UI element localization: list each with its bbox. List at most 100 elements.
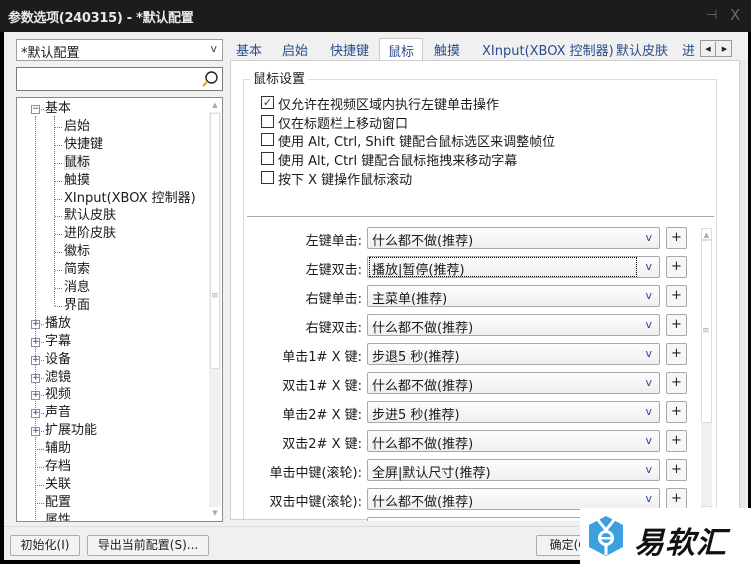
expand-icon[interactable]: + [31,355,40,365]
tree-item[interactable]: XInput(XBOX 控制器) [64,190,196,208]
checkbox-unchecked-icon[interactable] [261,114,274,128]
scroll-up-icon[interactable]: ▲ [701,228,712,240]
mouse-action-row: 单击2# X 键: 步进5 秒(推荐) v + [249,401,689,423]
action-dropdown-value: 什么都不做(推荐) [372,437,474,452]
tree-item[interactable]: 关联 [45,476,71,494]
expand-icon[interactable]: + [31,427,40,437]
pin-icon[interactable]: ⊣ [706,8,717,23]
tree-item[interactable]: 徽标 [64,243,90,261]
tree-item[interactable]: 辅助 [45,440,71,458]
chevron-down-icon: v [645,260,652,273]
tree-item[interactable]: 界面 [64,297,90,315]
checkbox-unchecked-icon[interactable] [261,170,274,184]
collapse-icon[interactable]: − [31,105,40,114]
close-icon[interactable]: X [730,6,740,24]
tab-4[interactable]: 触摸 [434,40,460,60]
expand-icon[interactable]: + [31,373,40,383]
checkbox-checked-icon[interactable]: ✓ [261,96,274,109]
tab-0[interactable]: 基本 [236,40,262,60]
tree-connector [37,449,44,451]
tree-item[interactable]: 字幕 [45,333,71,351]
checkbox-unchecked-icon[interactable] [261,152,274,166]
action-dropdown-value: 全屏|默认尺寸(推荐) [372,466,491,481]
expand-icon[interactable]: + [31,391,40,401]
add-action-button[interactable]: + [666,227,687,249]
add-action-button[interactable]: + [666,343,687,365]
tab-scroll-left-icon[interactable]: ◀ [701,42,716,56]
tab-3[interactable]: 鼠标 [379,38,424,61]
tree-item[interactable]: 滤镜 [45,369,71,387]
tree-scrollbar[interactable]: ▲ ▼ ≡ [209,99,221,520]
tree-item[interactable]: 快捷键 [64,136,103,154]
search-box [16,67,223,91]
action-dropdown[interactable]: 什么都不做(推荐) v [367,430,660,452]
search-icon[interactable] [201,70,219,88]
actions-scrollbar[interactable]: ▲ ▼ ≡ [701,228,712,518]
tree-item-label: 启始 [64,118,91,134]
search-input[interactable] [20,69,200,89]
tree-scroll-thumb[interactable] [210,113,220,369]
tree-connector [55,234,62,236]
action-dropdown[interactable]: 全屏|默认尺寸(推荐) v [367,459,660,481]
add-action-button[interactable]: + [666,372,687,394]
tree-item[interactable]: 声音 [45,404,71,422]
tab-1[interactable]: 启始 [282,40,308,60]
tree-item[interactable]: 默认皮肤 [64,207,116,225]
expand-icon[interactable]: + [31,319,40,329]
tree-item[interactable]: 扩展功能 [45,422,97,440]
profile-select[interactable]: *默认配置 v [16,39,223,61]
mouse-settings-panel: 鼠标设置 ✓ 仅允许在视频区域内执行左键单击操作 仅在标题栏上移动窗口 使用 Alt,… [230,60,740,521]
tree-item[interactable]: 设备 [45,351,71,369]
tree-item[interactable]: 属性 [45,512,71,521]
add-action-button[interactable]: + [666,256,687,278]
chevron-down-icon: v [645,405,652,418]
chevron-down-icon: v [645,463,652,476]
add-action-button[interactable]: + [666,285,687,307]
panel-scrollbar[interactable] [740,60,746,520]
action-label: 右键双击: [305,321,362,336]
expand-icon[interactable]: + [31,409,40,419]
tab-7[interactable]: 进 [682,40,695,60]
tree-item[interactable]: 简索 [64,261,90,279]
settings-tree[interactable]: ▲ ▼ ≡ 基本 − 启始快捷键 鼠标 触摸 XInput(XBOX 控制器) 默认皮肤 进阶… [16,97,223,522]
action-dropdown[interactable]: 什么都不做(推荐) v [367,227,660,249]
tree-item[interactable]: 进阶皮肤 [64,225,116,243]
add-action-button[interactable]: + [666,488,687,510]
scroll-down-icon[interactable]: ▼ [209,507,221,520]
tree-item[interactable]: 播放 [45,315,71,333]
add-action-button[interactable]: + [666,459,687,481]
chevron-down-icon: v [645,376,652,389]
chevron-down-icon: v [645,231,652,244]
action-dropdown[interactable]: 什么都不做(推荐) v [367,488,660,510]
add-action-button[interactable]: + [666,401,687,423]
action-dropdown[interactable]: 播放|暂停(推荐) v [367,256,660,278]
tree-item[interactable]: 配置 [45,494,71,512]
tree-item[interactable]: 启始 [64,118,90,136]
action-dropdown[interactable]: 步进5 秒(推荐) v [367,401,660,423]
export-config-button[interactable]: 导出当前配置(S)... [87,535,209,556]
tree-item[interactable]: 存档 [45,458,71,476]
action-dropdown[interactable]: 主菜单(推荐) v [367,285,660,307]
add-action-button[interactable]: + [666,430,687,452]
checkbox-unchecked-icon[interactable] [261,133,274,147]
tab-6[interactable]: 默认皮肤 [616,40,668,60]
expand-icon[interactable]: + [31,337,40,347]
action-dropdown[interactable]: 什么都不做(推荐) v [367,372,660,394]
tree-item[interactable]: 触摸 [64,172,90,190]
scroll-up-icon[interactable]: ▲ [209,99,221,112]
tab-scroll-right-icon[interactable]: ▶ [717,42,732,56]
tab-2[interactable]: 快捷键 [330,40,369,60]
tree-item[interactable]: 基本 [45,100,71,118]
mouse-action-row: 右键双击: 什么都不做(推荐) v + [249,314,689,336]
tree-item[interactable]: 消息 [64,279,90,297]
tab-5[interactable]: XInput(XBOX 控制器) [482,40,614,60]
add-action-button[interactable]: + [666,314,687,336]
action-dropdown[interactable]: 什么都不做(推荐) v [367,314,660,336]
tree-item[interactable]: 视频 [45,386,71,404]
checkbox-label: 仅在标题栏上移动窗口 [278,116,409,132]
init-button[interactable]: 初始化(I) [10,535,80,556]
tree-item[interactable]: 鼠标 [64,154,91,172]
tree-item-label: 触摸 [64,172,91,188]
action-label: 双击中键(滚轮): [269,495,362,510]
action-dropdown[interactable]: 步退5 秒(推荐) v [367,343,660,365]
